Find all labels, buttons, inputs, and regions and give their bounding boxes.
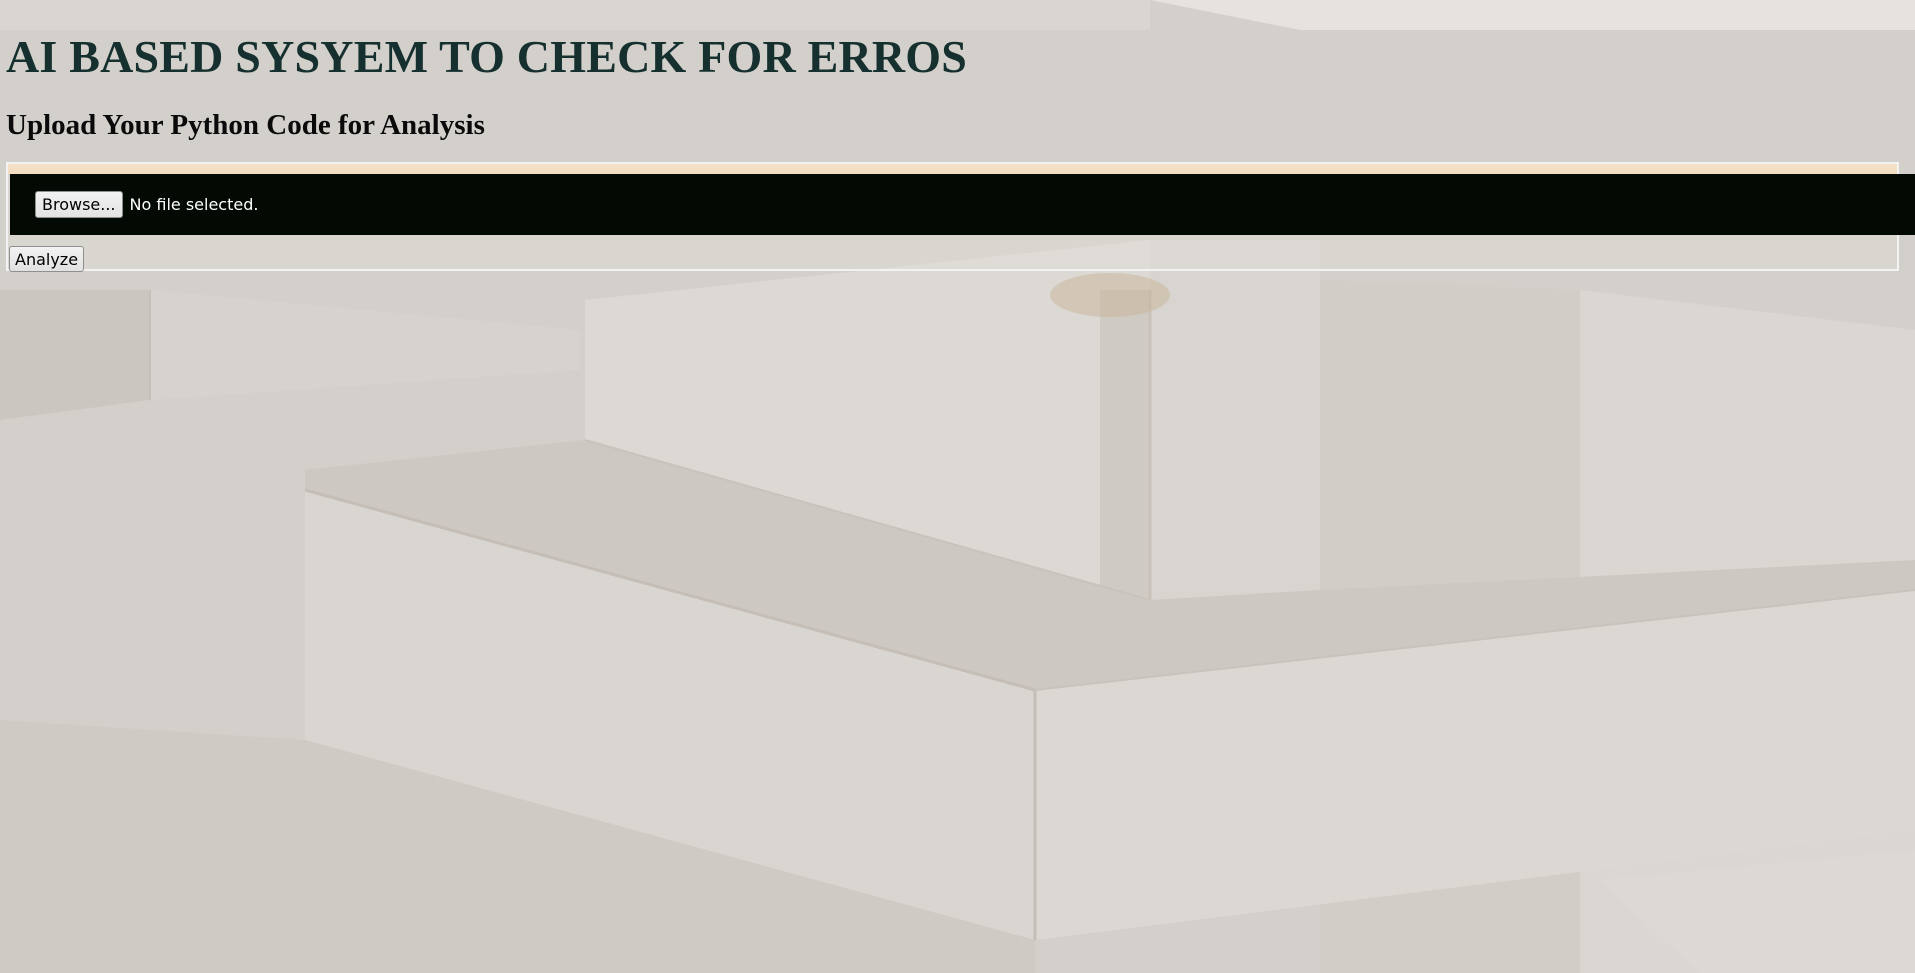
upload-form: Browse... No file selected. Analyze — [6, 162, 1915, 272]
file-input[interactable]: Browse... No file selected. — [10, 174, 1915, 235]
analyze-button[interactable]: Analyze — [9, 246, 85, 272]
file-status-text: No file selected. — [129, 195, 259, 214]
browse-button[interactable]: Browse... — [35, 191, 123, 218]
page-title: AI BASED SYSYEM TO CHECK FOR ERROS — [6, 31, 968, 82]
form-top-strip — [8, 164, 1897, 174]
page-content: AI BASED SYSYEM TO CHECK FOR ERROS Uploa… — [0, 0, 1915, 272]
upload-subtitle: Upload Your Python Code for Analysis — [6, 109, 485, 141]
